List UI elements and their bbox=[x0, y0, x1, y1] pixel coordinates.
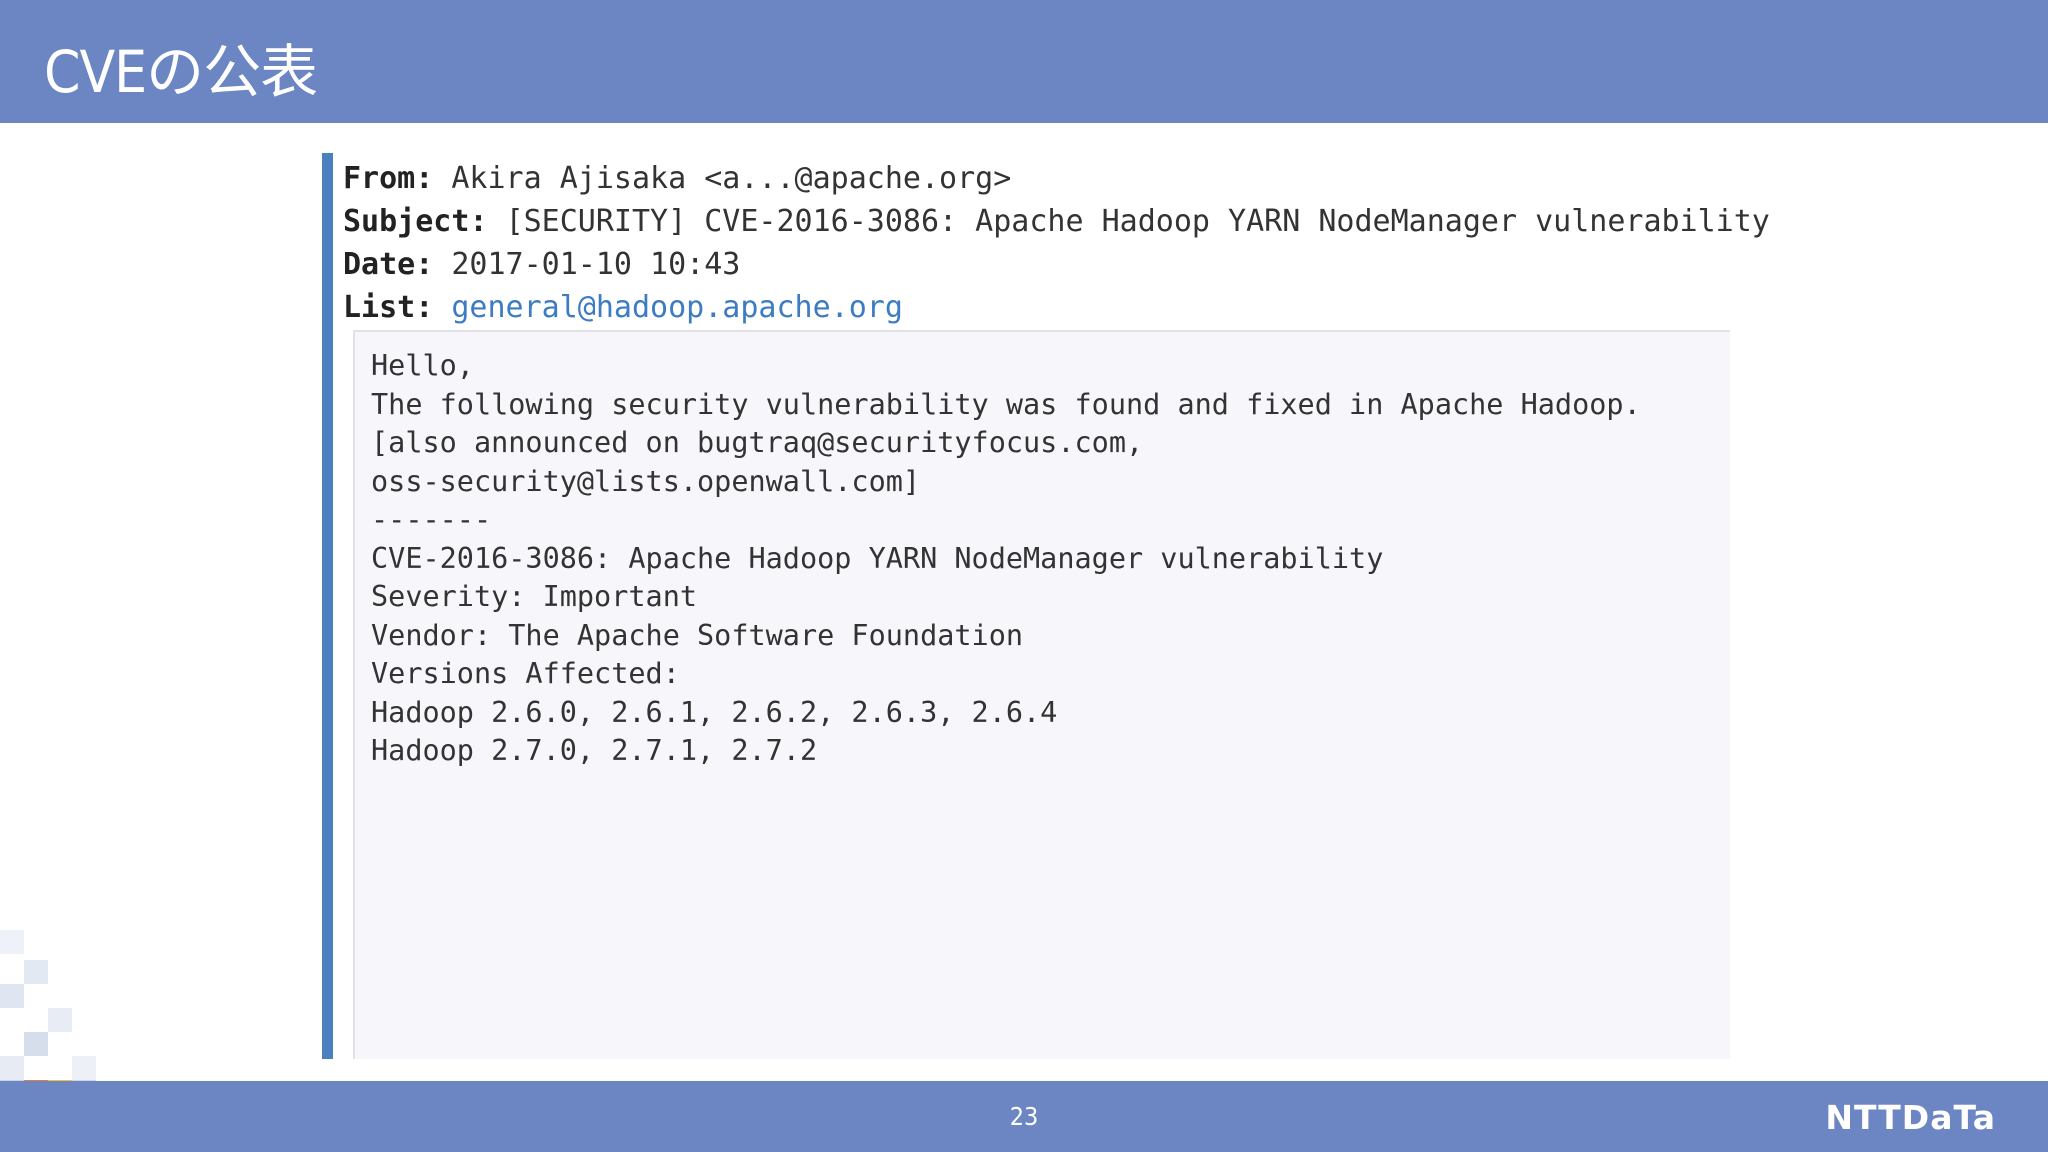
body-line: Vendor: The Apache Software Foundation bbox=[371, 618, 1024, 652]
footer-bar: 23 NTTDaTa bbox=[0, 1081, 2048, 1152]
mailing-list-link[interactable]: general@hadoop.apache.org bbox=[451, 290, 903, 325]
email-message: From: Akira Ajisaka <a...@apache.org> Su… bbox=[322, 153, 1770, 1059]
email-body: Hello, The following security vulnerabili… bbox=[353, 330, 1730, 1059]
email-body-text: Hello, The following security vulnerabili… bbox=[371, 347, 1641, 771]
header-value: Akira Ajisaka <a...@apache.org> bbox=[451, 161, 1012, 196]
body-line: The following security vulnerability was… bbox=[371, 387, 1641, 421]
slide-title: CVEの公表 bbox=[44, 38, 318, 106]
header-value: 2017-01-10 10:43 bbox=[451, 247, 741, 282]
brand-logo: NTTDaTa bbox=[1825, 1098, 1996, 1137]
email-header-date: Date: 2017-01-10 10:43 bbox=[343, 247, 741, 282]
body-line: Hadoop 2.7.0, 2.7.1, 2.7.2 bbox=[371, 734, 818, 767]
body-line: ------- bbox=[371, 503, 492, 536]
body-line: Severity: Important bbox=[371, 580, 698, 613]
body-line: oss-security@lists.openwall.com] bbox=[371, 464, 921, 498]
page-number: 23 bbox=[1009, 1102, 1039, 1131]
email-header-list: List: general@hadoop.apache.org bbox=[343, 290, 903, 325]
body-line: [also announced on bugtraq@securityfocus… bbox=[371, 426, 1144, 459]
email-headers: From: Akira Ajisaka <a...@apache.org> Su… bbox=[343, 157, 1770, 329]
body-line: Versions Affected: bbox=[371, 657, 680, 690]
title-bar: CVEの公表 bbox=[0, 0, 2048, 123]
header-key: Date bbox=[343, 247, 416, 282]
header-key: Subject bbox=[343, 204, 470, 239]
email-header-from: From: Akira Ajisaka <a...@apache.org> bbox=[343, 161, 1012, 196]
header-key: From bbox=[343, 161, 416, 196]
header-value: [SECURITY] CVE-2016-3086: Apache Hadoop … bbox=[505, 204, 1770, 239]
email-header-subject: Subject: [SECURITY] CVE-2016-3086: Apach… bbox=[343, 204, 1770, 239]
body-line: CVE-2016-3086: Apache Hadoop YARN NodeMa… bbox=[371, 541, 1384, 575]
body-line: Hadoop 2.6.0, 2.6.1, 2.6.2, 2.6.3, 2.6.4 bbox=[371, 695, 1058, 729]
body-line: Hello, bbox=[371, 349, 474, 382]
header-key: List bbox=[343, 290, 416, 325]
